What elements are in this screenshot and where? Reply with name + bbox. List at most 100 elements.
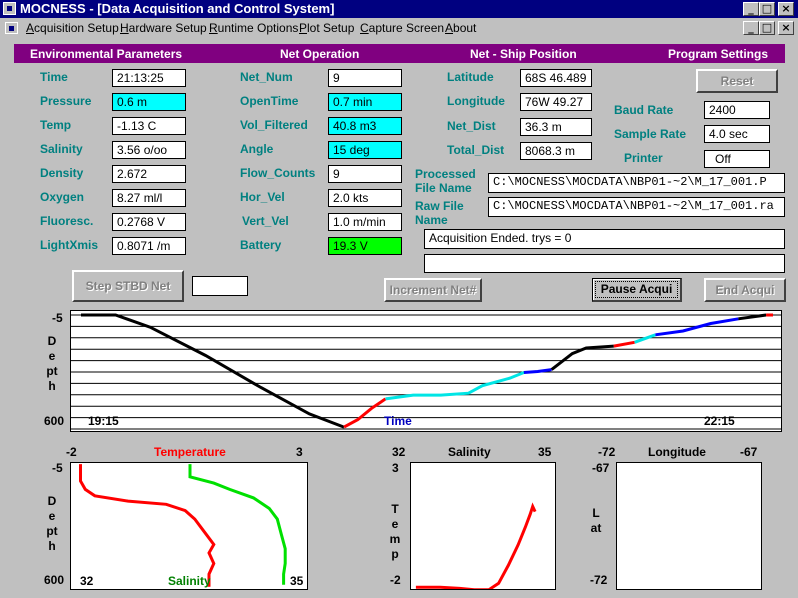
env-value-pressure: 0.6 m xyxy=(112,93,186,111)
status-line-2 xyxy=(424,254,785,273)
ll-ylabel-text: Lat xyxy=(590,506,602,535)
depth-time-series xyxy=(81,313,773,429)
depth-time-y-top-label: -5 xyxy=(52,311,63,325)
net-label-flow-counts: Flow_Counts xyxy=(240,166,316,180)
temp-salinity-depth-chart: -2 Temperature 3 -5 600 Depth 32 Salinit… xyxy=(0,444,320,598)
ts-series xyxy=(79,464,287,587)
step-stbd-net-button[interactable]: Step STBD Net xyxy=(72,270,184,302)
ll-ylabel: Lat xyxy=(590,506,602,536)
net-value-angle: 15 deg xyxy=(328,141,402,159)
st-series xyxy=(415,502,537,589)
child-restore-icon[interactable]: □ xyxy=(759,21,775,35)
ll-y-bottom-label: -72 xyxy=(590,573,608,587)
ts-plot xyxy=(70,462,308,590)
env-label-fluoresc: Fluoresc. xyxy=(40,214,94,228)
processed-file-label-1: Processed xyxy=(415,167,476,181)
pos-label-total-dist: Total_Dist xyxy=(447,143,505,157)
end-acqui-button[interactable]: End Acqui xyxy=(704,278,786,302)
minimize-icon[interactable]: _ xyxy=(743,2,759,16)
st-x-right-label: 35 xyxy=(538,445,552,459)
menu-runtime-options[interactable]: Runtime Options xyxy=(209,21,298,35)
step-net-input[interactable] xyxy=(192,276,248,296)
ts-top-right-label: 3 xyxy=(296,445,303,459)
ts-top-left-label: -2 xyxy=(66,445,77,459)
app-icon[interactable] xyxy=(3,2,16,15)
pause-acqui-button[interactable]: Pause Acqui xyxy=(592,278,682,302)
depth-time-plot xyxy=(70,310,782,432)
ts-y-top-label: -5 xyxy=(52,461,63,475)
status-line-1: Acquisition Ended. trys = 0 xyxy=(424,229,785,249)
title-bar: MOCNESS - [Data Acquisition and Control … xyxy=(0,0,798,18)
st-ylabel-text: Temp xyxy=(389,502,401,561)
depth-time-segment xyxy=(613,340,635,348)
pos-label-net-dist: Net_Dist xyxy=(447,119,496,133)
st-ylabel: Temp xyxy=(389,502,401,562)
raw-file-field[interactable]: C:\MOCNESS\MOCDATA\NBP01-~2\M_17_001.ra xyxy=(488,197,785,217)
net-value-vert-vel: 1.0 m/min xyxy=(328,213,402,231)
raw-file-label-1: Raw File xyxy=(415,199,464,213)
ts-bottom-right-label: 35 xyxy=(290,574,304,588)
env-value-salinity: 3.56 o/oo xyxy=(112,141,186,159)
depth-time-xlabel: Time xyxy=(384,414,412,428)
ts-ylabel: Depth xyxy=(46,494,58,554)
temperature-series-line xyxy=(79,464,216,587)
net-label-vert-vel: Vert_Vel xyxy=(242,214,289,228)
depth-time-x-right-label: 22:15 xyxy=(704,414,735,428)
restore-icon[interactable]: □ xyxy=(759,2,775,16)
net-value-vol-filtered: 40.8 m3 xyxy=(328,117,402,135)
st-plot xyxy=(410,462,556,590)
child-minimize-icon[interactable]: _ xyxy=(743,21,759,35)
pos-label-longitude: Longitude xyxy=(447,94,505,108)
salinity-series-line xyxy=(188,464,287,585)
sample-rate-label: Sample Rate xyxy=(614,127,687,141)
menu-hardware-setup[interactable]: Hardware Setup xyxy=(120,21,207,35)
env-value-fluoresc: 0.2768 V xyxy=(112,213,186,231)
reset-button[interactable]: Reset xyxy=(696,69,778,93)
depth-time-x-left-label: 19:15 xyxy=(88,414,119,428)
processed-file-field[interactable]: C:\MOCNESS\MOCDATA\NBP01-~2\M_17_001.P xyxy=(488,173,785,193)
pos-value-net-dist: 36.3 m xyxy=(520,118,592,136)
env-value-density: 2.672 xyxy=(112,165,186,183)
env-value-lightxmis: 0.8071 /m xyxy=(112,237,186,255)
increment-net-button[interactable]: Increment Net# xyxy=(384,278,482,302)
env-value-time: 21:13:25 xyxy=(112,69,186,87)
sample-rate-value: 4.0 sec xyxy=(704,125,770,143)
menu-acquisition-setup[interactable]: Acquisition Setup xyxy=(26,21,119,35)
env-label-lightxmis: LightXmis xyxy=(40,238,99,252)
env-value-oxygen: 8.27 ml/l xyxy=(112,189,186,207)
depth-time-ylabel: Depth xyxy=(46,334,58,394)
depth-time-segment xyxy=(343,397,387,429)
menu-capture-screen[interactable]: Capture Screen xyxy=(360,21,444,35)
net-label-net-num: Net_Num xyxy=(240,70,293,84)
env-label-time: Time xyxy=(40,70,68,84)
ll-title: Longitude xyxy=(648,445,706,459)
net-value-hor-vel: 2.0 kts xyxy=(328,189,402,207)
header-net-operation: Net Operation xyxy=(280,47,360,61)
net-value-battery: 19.3 V xyxy=(328,237,402,255)
document-icon[interactable] xyxy=(5,22,18,34)
longitude-lat-chart: -72 Longitude -67 -67 -72 Lat xyxy=(586,444,798,598)
depth-time-chart: -5 600 Depth 19:15 Time 22:15 xyxy=(0,306,798,434)
env-label-density: Density xyxy=(40,166,84,180)
header-net-ship-position: Net - Ship Position xyxy=(470,47,577,61)
env-label-salinity: Salinity xyxy=(40,142,83,156)
close-icon[interactable]: × xyxy=(778,2,794,16)
net-value-net-num: 9 xyxy=(328,69,402,87)
child-close-icon[interactable]: × xyxy=(778,21,794,35)
pos-value-latitude: 68S 46.489 xyxy=(520,69,592,87)
menu-about[interactable]: About xyxy=(445,21,476,35)
ts-ylabel-text: Depth xyxy=(46,494,58,553)
header-program-settings: Program Settings xyxy=(668,47,769,61)
net-value-opentime: 0.7 min xyxy=(328,93,402,111)
depth-time-segment xyxy=(738,313,767,321)
env-label-temp: Temp xyxy=(40,118,72,132)
net-label-hor-vel: Hor_Vel xyxy=(240,190,285,204)
net-label-angle: Angle xyxy=(240,142,274,156)
menu-bar: Acquisition Setup Hardware Setup Runtime… xyxy=(0,18,798,38)
net-label-opentime: OpenTime xyxy=(240,94,299,108)
salinity-temp-chart: 32 Salinity 35 3 -2 Temp xyxy=(380,444,560,598)
depth-time-segment xyxy=(81,313,345,429)
printer-value: Off xyxy=(704,150,770,168)
st-y-bottom-label: -2 xyxy=(390,573,401,587)
menu-plot-setup[interactable]: Plot Setup xyxy=(299,21,354,35)
